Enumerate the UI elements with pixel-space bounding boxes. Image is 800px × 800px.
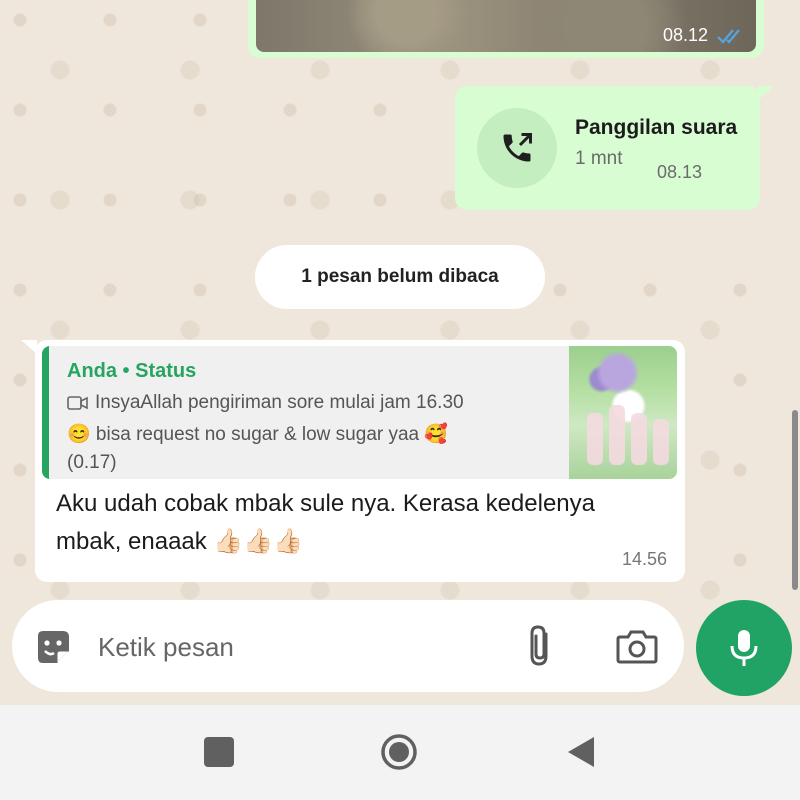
nav-home-icon[interactable] — [380, 733, 418, 771]
quote-line-3: (0.17) — [67, 452, 117, 473]
message-composer[interactable]: Ketik pesan — [12, 600, 684, 692]
call-time: 08.13 — [657, 162, 703, 182]
quote-line-1-text: InsyaAllah pengiriman sore mulai jam 16.… — [95, 392, 464, 413]
nav-back-icon[interactable] — [566, 735, 596, 769]
nav-recent-icon[interactable] — [204, 737, 234, 767]
system-nav-bar — [0, 705, 800, 800]
image-message-time: 08.12 — [662, 25, 708, 45]
message-text: Aku udah cobak mbak sule nya. Kerasa ked… — [56, 490, 596, 555]
mic-button[interactable] — [696, 600, 792, 696]
quote-author: Anda • Status — [67, 360, 197, 382]
quoted-status[interactable]: Anda • Status InsyaAllah pengiriman sore… — [42, 346, 677, 479]
message-input[interactable]: Ketik pesan — [98, 632, 234, 663]
attach-icon[interactable] — [526, 624, 556, 668]
quote-thumbnail — [569, 346, 677, 479]
message-time: 14.56 — [621, 549, 667, 569]
unread-divider: 1 pesan belum dibaca — [255, 245, 545, 309]
sticker-icon[interactable] — [32, 626, 74, 668]
image-message-bubble[interactable]: 08.12 — [248, 0, 764, 58]
call-title: Panggilan suara — [575, 116, 738, 139]
chat-scrollbar[interactable] — [792, 410, 798, 590]
chat-background: 08.12 Panggilan suara 1 mnt 08.13 1 pesa… — [0, 0, 800, 705]
image-message-meta: 08.12 — [663, 25, 746, 46]
camera-icon[interactable] — [616, 628, 658, 664]
call-duration: 1 mnt — [575, 148, 623, 169]
mic-icon — [730, 630, 758, 666]
call-out-icon — [503, 133, 532, 162]
voice-call-bubble[interactable]: Panggilan suara 1 mnt 08.13 — [455, 86, 774, 210]
video-icon — [67, 396, 88, 410]
call-icon-circle — [477, 108, 557, 188]
quote-line-2: 😊 bisa request no sugar & low sugar yaa … — [67, 424, 449, 445]
incoming-message-bubble[interactable]: Anda • Status InsyaAllah pengiriman sore… — [21, 340, 685, 582]
quote-accent-bar — [42, 346, 49, 479]
quote-line-1: InsyaAllah pengiriman sore mulai jam 16.… — [67, 392, 464, 414]
double-check-icon — [717, 28, 740, 44]
